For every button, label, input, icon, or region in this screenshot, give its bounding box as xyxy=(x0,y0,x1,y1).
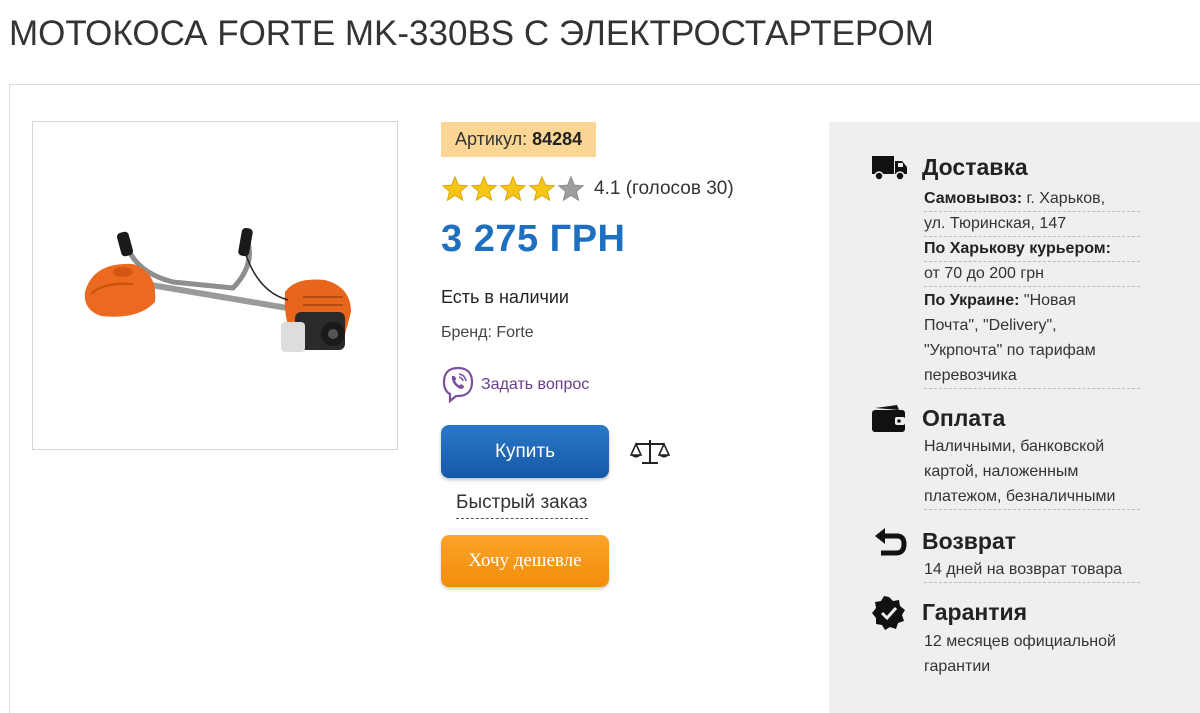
truck-icon xyxy=(872,156,907,181)
return-arrow-icon xyxy=(875,528,907,556)
page-title: МОТОКОСА FORTE MK-330BS С ЭЛЕКТРОСТАРТЕР… xyxy=(9,14,934,53)
delivery-ukraine-line: По Украине: "Новая xyxy=(924,288,1140,313)
star-filled-icon[interactable] xyxy=(499,175,527,203)
star-filled-icon[interactable] xyxy=(528,175,556,203)
ukraine-label: По Украине: xyxy=(924,292,1020,309)
payment-line-1: Наличными, банковской xyxy=(924,438,1105,455)
delivery-ukraine-line-4: перевозчика xyxy=(924,363,1140,389)
price: 3 275 ГРН xyxy=(441,218,626,260)
delivery-pickup-address: ул. Тюринская, 147 xyxy=(924,211,1140,237)
product-image[interactable] xyxy=(32,121,398,450)
rating-text: 4.1 (голосов 30) xyxy=(594,178,734,199)
star-filled-icon[interactable] xyxy=(470,175,498,203)
ask-question-label: Задать вопрос xyxy=(481,376,590,393)
delivery-title: Доставка xyxy=(922,154,1028,180)
ukraine-text: "Новая xyxy=(1019,292,1076,309)
star-empty-icon[interactable] xyxy=(557,175,585,203)
payment-line-3: платежом, безналичными xyxy=(924,484,1140,510)
courier-label: По Харькову курьером: xyxy=(924,240,1111,257)
delivery-courier-text: от 70 до 200 грн xyxy=(924,261,1140,287)
wallet-icon xyxy=(872,405,905,432)
payment-title: Оплата xyxy=(922,405,1006,431)
availability: Есть в наличии xyxy=(441,287,569,307)
sku-badge: Артикул: 84284 xyxy=(441,122,597,157)
brand: Бренд: Forte xyxy=(441,324,534,341)
return-title: Возврат xyxy=(922,528,1017,554)
delivery-ukraine-line-2: Почта", "Delivery", xyxy=(924,317,1057,334)
warranty-title: Гарантия xyxy=(922,599,1028,625)
return-line-1: 14 дней на возврат товара xyxy=(924,557,1140,583)
warranty-line-1: 12 месяцев официальной xyxy=(924,633,1116,650)
delivery-ukraine-line-3: "Укрпочта" по тарифам xyxy=(924,342,1096,359)
viber-icon xyxy=(442,366,474,404)
warranty-line-2: гарантии xyxy=(924,658,991,675)
sku-value: 84284 xyxy=(532,129,583,149)
grass-trimmer-photo xyxy=(84,227,351,352)
ask-question-link[interactable]: Задать вопрос xyxy=(441,366,589,404)
pickup-text: г. Харьков, xyxy=(1022,190,1106,207)
want-cheaper-button[interactable]: Хочу дешевле xyxy=(441,535,609,587)
pickup-label: Самовывоз: xyxy=(924,190,1023,207)
buy-button[interactable]: Купить xyxy=(441,425,609,478)
info-panel: Доставка Самовывоз: г. Харьков, ул. Тюри… xyxy=(829,122,1200,713)
rating[interactable]: 4.1 (голосов 30) xyxy=(441,172,734,206)
delivery-courier-label: По Харькову курьером: xyxy=(924,236,1140,262)
delivery-pickup-line: Самовывоз: г. Харьков, xyxy=(924,186,1140,212)
star-filled-icon[interactable] xyxy=(441,175,469,203)
compare-scales-icon[interactable] xyxy=(630,438,670,466)
sku-label: Артикул: xyxy=(455,129,528,149)
payment-line-2: картой, наложенным xyxy=(924,463,1079,480)
badge-check-icon xyxy=(872,596,905,630)
quick-order-link[interactable]: Быстрый заказ xyxy=(456,492,588,519)
